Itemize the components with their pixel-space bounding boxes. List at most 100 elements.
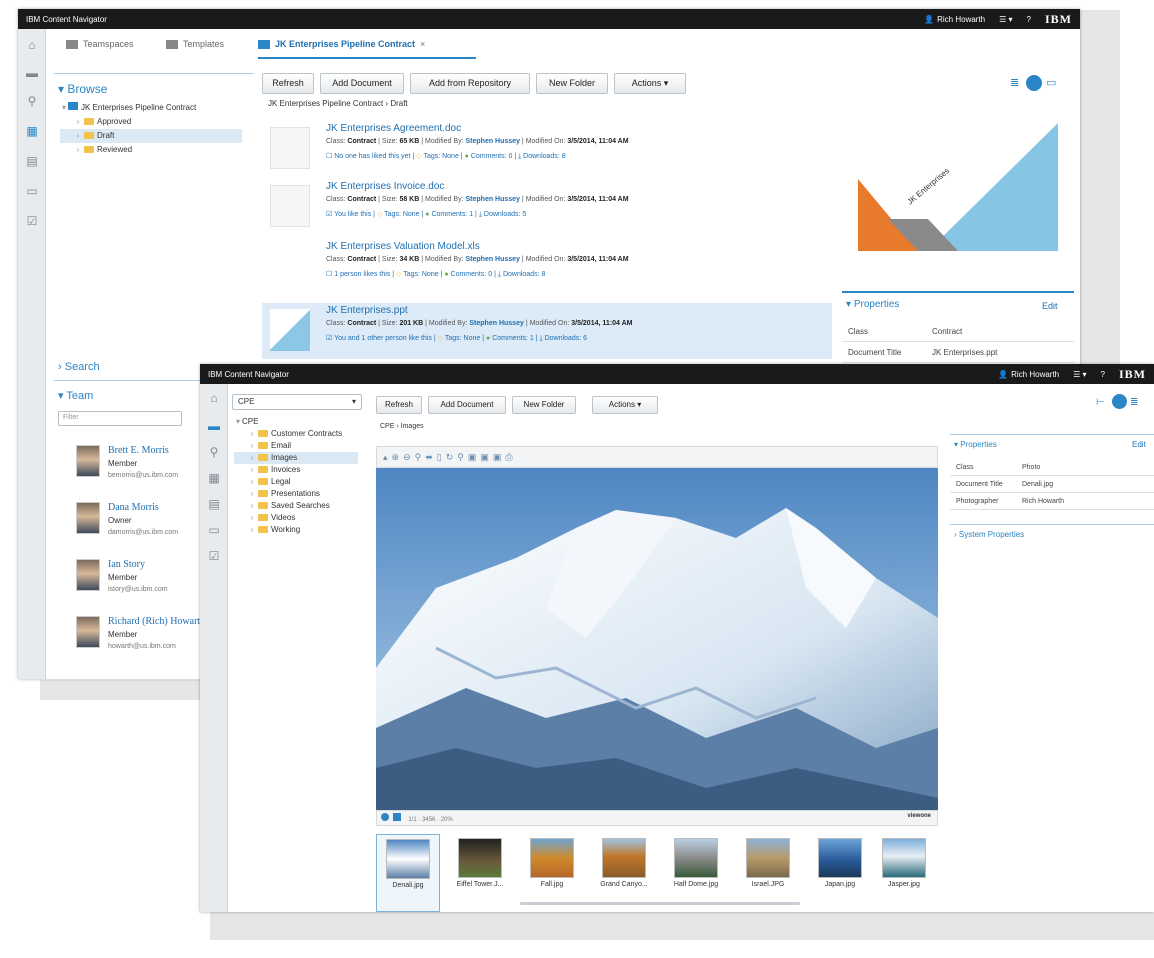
new-folder-button[interactable]: New Folder (512, 396, 576, 414)
add-document-button[interactable]: Add Document (428, 396, 506, 414)
breadcrumb-link[interactable]: CPE (380, 423, 394, 430)
zoom-out-icon[interactable]: ⊖ (403, 452, 411, 463)
checklist-icon[interactable]: ☑ (207, 550, 221, 563)
thumbnail[interactable]: Jasper.jpg (872, 834, 936, 912)
tree-item-selected[interactable]: › Images (234, 452, 358, 464)
tree-item[interactable]: › Working (234, 524, 358, 536)
calendar-icon[interactable]: ▦ (25, 125, 39, 138)
pointer-icon[interactable]: ▴ (383, 452, 388, 463)
edit-properties-link[interactable]: Edit (1042, 301, 1058, 311)
filmstrip-view-icon[interactable]: ▭ (1046, 77, 1059, 90)
thumbnail[interactable]: Japan.jpg (808, 834, 872, 912)
refresh-button[interactable]: Refresh (262, 73, 314, 94)
print-icon[interactable]: ⎙ (505, 452, 512, 463)
add-from-repository-button[interactable]: Add from Repository (410, 73, 530, 94)
page-icon[interactable]: ▣ (493, 452, 502, 463)
help-icon[interactable]: ? (1027, 15, 1031, 24)
rotate-icon[interactable]: ↻ (446, 452, 454, 463)
briefcase-icon[interactable]: ▬ (25, 67, 39, 80)
tree-item[interactable]: › Customer Contracts (234, 428, 358, 440)
list-item[interactable]: JK Enterprises Agreement.doc Class: Cont… (262, 121, 832, 177)
team-header[interactable]: ▾ Team (58, 389, 93, 402)
tree-item[interactable]: › Videos (234, 512, 358, 524)
window-shadow (210, 912, 1154, 940)
main-menu[interactable]: ☰ ▾ (999, 15, 1012, 24)
browse-header[interactable]: ▾ Browse (58, 82, 107, 96)
calendar-icon[interactable]: ▦ (207, 472, 221, 485)
thumbnail[interactable]: Half Dome.jpg (664, 834, 728, 912)
actions-button[interactable]: Actions ▾ (614, 73, 686, 94)
thumbnail[interactable]: Grand Canyo... (592, 834, 656, 912)
page-nav-icon[interactable] (392, 813, 401, 821)
tree-item[interactable]: › Email (234, 440, 358, 452)
folder-icon[interactable]: ▭ (207, 524, 221, 537)
zoom-icon[interactable]: ⚲ (415, 452, 422, 463)
teamspace-icon (68, 102, 78, 110)
document-icon[interactable]: ▤ (207, 498, 221, 511)
document-icon[interactable]: ▤ (25, 155, 39, 168)
tab-teamspaces[interactable]: Teamspaces (66, 39, 134, 49)
page-icon[interactable]: ▣ (480, 452, 489, 463)
tab-templates[interactable]: Templates (166, 39, 224, 49)
details-view-icon[interactable]: ≣ (1010, 77, 1023, 90)
thumbnail-scrollbar[interactable] (520, 902, 800, 905)
user-menu[interactable]: Rich Howarth (1011, 370, 1059, 379)
system-properties-header[interactable]: › System Properties (954, 530, 1024, 539)
edit-properties-link[interactable]: Edit (1132, 440, 1146, 449)
avatar (76, 559, 100, 591)
repository-select[interactable]: CPE ▾ (232, 394, 362, 410)
thumbnail[interactable]: Eiffel Tower.J... (448, 834, 512, 912)
details-view-icon[interactable]: ≣ (1130, 396, 1143, 409)
main-menu[interactable]: ☰ ▾ (1073, 370, 1086, 379)
first-page-icon[interactable] (381, 813, 389, 821)
user-menu[interactable]: Rich Howarth (937, 15, 985, 24)
zoom-in-icon[interactable]: ⊕ (392, 452, 400, 463)
search-icon[interactable]: ⚲ (207, 446, 221, 459)
help-icon[interactable]: ? (1101, 370, 1105, 379)
page-icon[interactable]: ▣ (468, 452, 477, 463)
divider (950, 524, 1154, 525)
thumbnail[interactable]: Fall.jpg (520, 834, 584, 912)
like-icon: ☐ (326, 153, 333, 160)
search-header[interactable]: › Search (58, 361, 100, 373)
tree-item[interactable]: › Legal (234, 476, 358, 488)
tree-root[interactable]: ▾ JK Enterprises Pipeline Contract (60, 101, 242, 115)
team-filter-input[interactable]: Filter (58, 411, 182, 426)
list-item[interactable]: JK Enterprises Valuation Model.xls Class… (262, 239, 832, 295)
list-item[interactable]: JK Enterprises Invoice.doc Class: Contra… (262, 179, 832, 235)
new-folder-button[interactable]: New Folder (536, 73, 608, 94)
folder-icon[interactable]: ▭ (25, 185, 39, 198)
tree-item[interactable]: › Invoices (234, 464, 358, 476)
tree-item-reviewed[interactable]: › Reviewed (60, 143, 242, 157)
refresh-button[interactable]: Refresh (376, 396, 422, 414)
tree-item[interactable]: › Saved Searches (234, 500, 358, 512)
breadcrumb-link[interactable]: JK Enterprises Pipeline Contract (268, 99, 383, 108)
list-item[interactable]: JK Enterprises.ppt Class: Contract | Siz… (262, 303, 832, 359)
properties-header[interactable]: ▾ Properties (846, 299, 899, 310)
tab-pipeline-contract[interactable]: JK Enterprises Pipeline Contract × (258, 39, 425, 49)
close-tab-icon[interactable]: × (420, 39, 425, 49)
magazine-view-icon[interactable] (1112, 394, 1127, 409)
search-icon[interactable]: ⚲ (25, 95, 39, 108)
tree-root[interactable]: ▾ CPE (234, 416, 358, 428)
briefcase-icon[interactable]: ▬ (207, 420, 221, 433)
tree-view-icon[interactable]: ⊢ (1096, 396, 1109, 409)
tree-item-draft[interactable]: › Draft (60, 129, 242, 143)
tree-item-approved[interactable]: › Approved (60, 115, 242, 129)
actions-button[interactable]: Actions ▾ (592, 396, 658, 414)
home-icon[interactable]: ⌂ (25, 39, 39, 52)
fit-page-icon[interactable]: ▯ (437, 452, 442, 463)
image-viewer[interactable] (376, 468, 938, 810)
add-document-button[interactable]: Add Document (320, 73, 404, 94)
fit-width-icon[interactable]: ⬌ (425, 452, 433, 463)
thumbnail[interactable]: Israel.JPG (736, 834, 800, 912)
tree-item[interactable]: › Presentations (234, 488, 358, 500)
checklist-icon[interactable]: ☑ (25, 215, 39, 228)
properties-header[interactable]: ▾ Properties (954, 440, 997, 449)
document-thumbnail (270, 185, 310, 227)
thumbnail[interactable]: Denali.jpg (376, 834, 440, 912)
magazine-view-icon[interactable] (1026, 75, 1042, 91)
like-icon: ☑ (326, 211, 333, 218)
zoom-icon[interactable]: ⚲ (457, 452, 464, 463)
home-icon[interactable]: ⌂ (207, 392, 221, 405)
